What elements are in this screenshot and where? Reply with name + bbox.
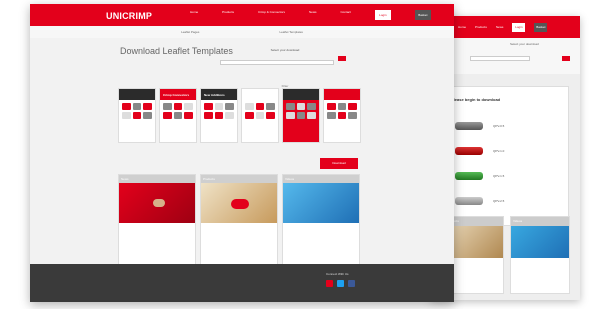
crimp-image xyxy=(455,122,483,130)
leaflet-thumbnail[interactable] xyxy=(118,88,156,143)
product-label: QPV-1.5 xyxy=(493,174,505,178)
back-go-button[interactable] xyxy=(562,56,570,61)
nav-home[interactable]: Home xyxy=(190,10,198,20)
news-card[interactable]: Videos xyxy=(282,174,360,266)
back-nav-home[interactable]: Home xyxy=(458,25,466,29)
download-select-input[interactable] xyxy=(220,60,334,65)
news-card[interactable]: Products xyxy=(200,174,278,266)
youtube-icon[interactable] xyxy=(326,280,333,287)
facebook-icon[interactable] xyxy=(348,280,355,287)
card-tag: News xyxy=(119,175,195,183)
unicrimp-logo[interactable]: UNICRIMP xyxy=(106,6,152,24)
product-row[interactable]: QPV-2.5 xyxy=(455,192,555,210)
card-image xyxy=(119,183,195,223)
thumb-title: Crimp Connectors xyxy=(163,93,190,97)
thumb-band xyxy=(119,89,155,100)
leaflet-thumbnail[interactable]: Crimp Connectors xyxy=(159,88,197,143)
back-nav-products[interactable]: Products xyxy=(475,25,487,29)
basket-button[interactable]: Basket xyxy=(414,10,431,20)
leaflet-thumbnails: Crimp Connectors New Additions xyxy=(118,88,361,143)
back-news-cards: Products Videos xyxy=(444,216,570,294)
site-header: UNICRIMP Home Products Crimp & Connector… xyxy=(30,4,454,26)
download-selector: Select your download Filter xyxy=(220,48,350,88)
crimp-image xyxy=(455,197,483,205)
card-tag: Videos xyxy=(283,175,359,183)
leaflet-thumbnail[interactable] xyxy=(323,88,361,143)
crimp-image xyxy=(455,147,483,155)
thumb-band xyxy=(324,89,360,100)
front-screen: UNICRIMP Home Products Crimp & Connector… xyxy=(30,4,454,302)
thumb-grid xyxy=(324,100,360,122)
back-panel-title: Please begin to download xyxy=(451,97,501,102)
thumb-grid xyxy=(119,100,155,122)
back-login-button[interactable]: Login xyxy=(512,22,526,32)
thumb-title: New Additions xyxy=(204,93,225,97)
download-label: Select your download xyxy=(270,48,300,52)
connect-label: Connect With Us xyxy=(326,272,349,276)
back-basket-button[interactable]: Basket xyxy=(534,22,548,32)
card-image xyxy=(201,183,277,223)
back-nav-news[interactable]: News xyxy=(496,25,504,29)
logo-text: UNICRIMP xyxy=(106,11,153,21)
thumb-grid xyxy=(201,100,237,122)
card-image xyxy=(283,183,359,223)
social-icons xyxy=(326,280,355,287)
leaflet-thumbnail[interactable] xyxy=(241,88,279,143)
leaflet-thumbnail[interactable]: New Additions xyxy=(200,88,238,143)
breadcrumb-leaflet-templates[interactable]: Leaflet Templates xyxy=(279,30,302,34)
twitter-icon[interactable] xyxy=(337,280,344,287)
thumb-grid xyxy=(242,100,278,122)
back-select-input[interactable] xyxy=(470,56,530,61)
main-nav: Home Products Crimp & Connectors News Co… xyxy=(190,10,431,20)
nav-contact[interactable]: Contact xyxy=(341,10,351,20)
news-cards: News Products Videos xyxy=(118,174,360,266)
thumb-grid xyxy=(160,100,196,122)
product-row[interactable]: QPV-0.5 xyxy=(455,117,555,135)
site-footer: Connect With Us xyxy=(30,264,454,302)
nav-crimp-connectors[interactable]: Crimp & Connectors xyxy=(258,10,285,20)
leaflet-thumbnail[interactable] xyxy=(282,88,320,143)
card-image xyxy=(511,226,569,258)
nav-news[interactable]: News xyxy=(309,10,317,20)
product-row[interactable]: QPV-1.5 xyxy=(455,167,555,185)
back-news-card[interactable]: Videos xyxy=(510,216,570,294)
download-go-button[interactable] xyxy=(338,56,346,61)
product-row[interactable]: QPV-1.0 xyxy=(455,142,555,160)
thumb-band xyxy=(242,89,278,100)
product-label: QPV-0.5 xyxy=(493,124,505,128)
news-card[interactable]: News xyxy=(118,174,196,266)
breadcrumb: Leaflet Pages Leaflet Templates xyxy=(30,26,454,38)
thumb-grid xyxy=(283,100,319,122)
nav-products[interactable]: Products xyxy=(222,10,234,20)
thumb-band xyxy=(283,89,319,100)
card-tag: Videos xyxy=(511,217,569,226)
breadcrumb-leaflet-pages[interactable]: Leaflet Pages xyxy=(181,30,199,34)
download-button[interactable]: Download xyxy=(320,158,358,169)
back-select-label: Select your download xyxy=(510,42,539,46)
login-button[interactable]: Login xyxy=(374,10,391,20)
back-product-panel: Please begin to download QPV-0.5 QPV-1.0… xyxy=(444,86,569,226)
card-tag: Products xyxy=(201,175,277,183)
product-label: QPV-2.5 xyxy=(493,199,505,203)
crimp-image xyxy=(455,172,483,180)
product-label: QPV-1.0 xyxy=(493,149,505,153)
